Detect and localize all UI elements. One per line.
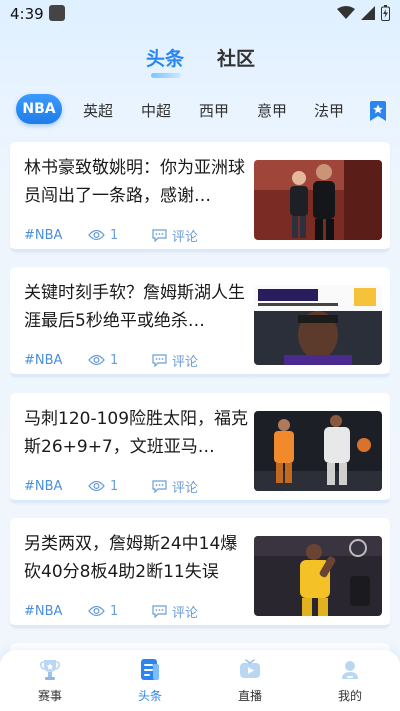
live-icon xyxy=(240,659,260,678)
comment-label: 评论 xyxy=(172,354,199,370)
comment-icon xyxy=(152,604,167,618)
comment-button[interactable]: 评论 xyxy=(152,226,212,245)
league-manage-button[interactable] xyxy=(356,94,400,128)
article-card[interactable]: 另类两双，詹姆斯24中14爆砍40分8板4助2断11失误 #NBA 1 评论 xyxy=(10,518,390,628)
tab-community[interactable]: 社区 xyxy=(217,44,255,71)
comment-button[interactable]: 评论 xyxy=(152,351,212,370)
article-title: 马刺120-109险胜太阳，福克斯26+9+7，文班亚马… xyxy=(24,409,249,457)
article-thumbnail xyxy=(254,160,382,240)
eye-icon xyxy=(88,354,105,366)
photo-lebron-stats xyxy=(254,285,382,365)
league-tab-premier-league[interactable]: 英超 xyxy=(83,100,113,121)
article-tag[interactable]: #NBA xyxy=(24,228,62,243)
comment-icon xyxy=(152,479,167,493)
article-thumbnail xyxy=(254,411,382,491)
article-card[interactable]: 马刺120-109险胜太阳，福克斯26+9+7，文班亚马… #NBA 1 评论 xyxy=(10,393,390,503)
nav-label: 我的 xyxy=(337,689,362,703)
nav-label: 赛事 xyxy=(37,689,62,703)
eye-icon xyxy=(88,605,105,617)
article-card[interactable]: 关键时刻手软？詹姆斯湖人生涯最后5秒绝平或绝杀… #NBA 1 评论 xyxy=(10,267,390,377)
article-title: 林书豪致敬姚明：你为亚洲球员闯出了一条路，感谢… xyxy=(24,158,245,206)
profile-icon xyxy=(342,661,358,679)
battery-icon xyxy=(381,5,390,21)
status-time: 4:39 xyxy=(10,5,44,23)
comment-label: 评论 xyxy=(172,480,199,496)
article-thumbnail xyxy=(254,536,382,616)
comment-button[interactable]: 评论 xyxy=(152,602,212,621)
photo-lakers-23 xyxy=(254,536,382,616)
comment-label: 评论 xyxy=(172,229,199,245)
bottom-nav: 赛事 头条 直播 我的 xyxy=(0,650,400,711)
nav-label: 头条 xyxy=(137,689,162,703)
headline-icon xyxy=(141,659,159,680)
article-views: 1 xyxy=(88,228,128,243)
article-meta: #NBA 1 评论 xyxy=(24,477,198,496)
top-tabs: 头条 社区 xyxy=(0,44,400,84)
wifi-icon xyxy=(337,6,355,19)
bookmark-star-icon xyxy=(370,101,386,121)
view-count: 1 xyxy=(110,603,119,619)
article-title: 关键时刻手软？詹姆斯湖人生涯最后5秒绝平或绝杀… xyxy=(24,283,245,331)
article-views: 1 xyxy=(88,604,128,619)
app-notification-icon xyxy=(49,5,65,21)
league-tab-ligue-1[interactable]: 法甲 xyxy=(314,100,344,121)
article-views: 1 xyxy=(88,479,128,494)
article-thumbnail xyxy=(254,285,382,365)
tab-active-indicator xyxy=(151,73,181,78)
comment-icon xyxy=(152,353,167,367)
status-right xyxy=(337,5,390,21)
article-views: 1 xyxy=(88,353,128,368)
comment-icon xyxy=(152,228,167,242)
nav-live[interactable]: 直播 xyxy=(220,656,280,706)
article-tag[interactable]: #NBA xyxy=(24,479,62,494)
article-tag[interactable]: #NBA xyxy=(24,353,62,368)
eye-icon xyxy=(88,229,105,241)
article-meta: #NBA 1 评论 xyxy=(24,602,198,621)
league-tab-serie-a[interactable]: 意甲 xyxy=(257,100,287,121)
league-tab-csl[interactable]: 中超 xyxy=(141,100,171,121)
article-meta: #NBA 1 评论 xyxy=(24,351,198,370)
article-title: 另类两双，詹姆斯24中14爆砍40分8板4助2断11失误 xyxy=(24,534,238,582)
eye-icon xyxy=(88,480,105,492)
tab-headlines[interactable]: 头条 xyxy=(146,44,184,71)
league-tab-la-liga[interactable]: 西甲 xyxy=(199,100,229,121)
status-bar: 4:39 xyxy=(0,0,400,28)
photo-spurs-suns xyxy=(254,411,382,491)
comment-button[interactable]: 评论 xyxy=(152,477,212,496)
photo-two-players xyxy=(254,160,382,240)
nav-events[interactable]: 赛事 xyxy=(20,656,80,706)
article-meta: #NBA 1 评论 xyxy=(24,226,198,245)
nav-profile[interactable]: 我的 xyxy=(320,656,380,706)
league-tabs: NBA 英超 中超 西甲 意甲 法甲 xyxy=(0,94,400,128)
nav-headlines[interactable]: 头条 xyxy=(120,656,180,706)
view-count: 1 xyxy=(110,478,119,494)
nav-label: 直播 xyxy=(237,689,262,703)
signal-icon xyxy=(361,6,375,20)
league-tab-nba[interactable]: NBA xyxy=(16,94,62,124)
view-count: 1 xyxy=(110,352,119,368)
view-count: 1 xyxy=(110,227,119,243)
article-tag[interactable]: #NBA xyxy=(24,604,62,619)
comment-label: 评论 xyxy=(172,605,199,621)
trophy-icon xyxy=(40,660,60,680)
article-card[interactable]: 林书豪致敬姚明：你为亚洲球员闯出了一条路，感谢… #NBA 1 评论 xyxy=(10,142,390,252)
